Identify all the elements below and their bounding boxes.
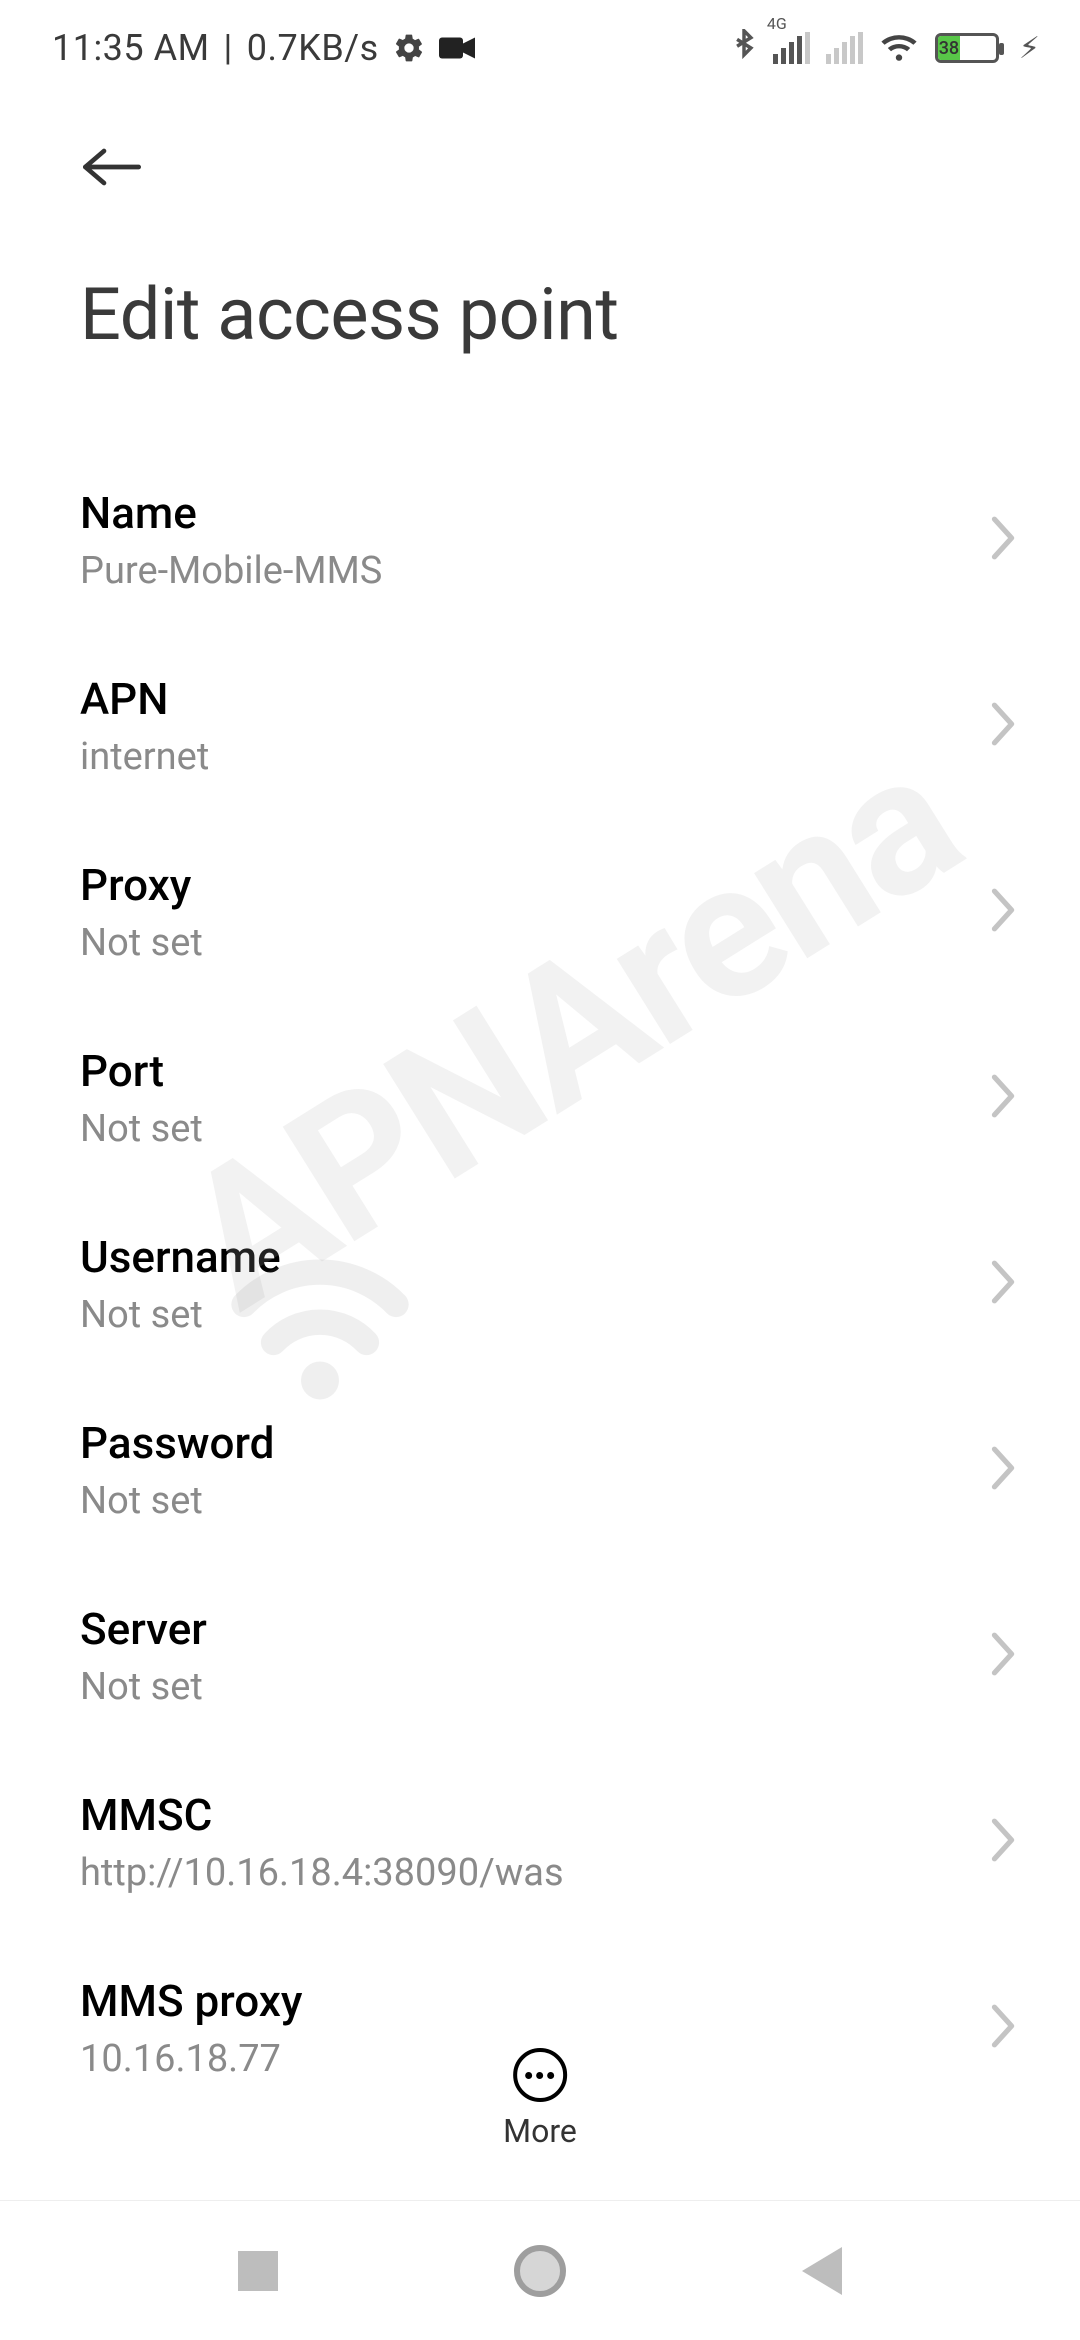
row-label: Password	[80, 1417, 274, 1469]
row-label: Name	[80, 487, 382, 539]
chevron-right-icon	[988, 700, 1018, 752]
row-password[interactable]: Password Not set	[80, 1377, 1000, 1563]
row-label: MMSC	[80, 1789, 564, 1841]
more-button[interactable]: More	[463, 2038, 617, 2160]
row-label: APN	[80, 673, 209, 725]
row-value: Not set	[80, 1107, 203, 1151]
status-separator: |	[224, 27, 233, 69]
apn-settings-list: Name Pure-Mobile-MMS APN internet Proxy …	[0, 447, 1080, 2121]
camera-icon	[439, 34, 475, 62]
nav-back-button[interactable]	[802, 2247, 842, 2295]
row-value: internet	[80, 735, 209, 779]
more-label: More	[503, 2112, 577, 2150]
row-label: Port	[80, 1045, 203, 1097]
nav-recents-button[interactable]	[238, 2251, 278, 2291]
row-value: Not set	[80, 1665, 207, 1709]
row-value: http://10.16.18.4:38090/was	[80, 1851, 564, 1895]
row-username[interactable]: Username Not set	[80, 1191, 1000, 1377]
row-value: Not set	[80, 1479, 274, 1523]
row-value: Not set	[80, 921, 203, 965]
row-value: Pure-Mobile-MMS	[80, 549, 382, 593]
battery-icon: 38	[935, 33, 999, 63]
chevron-right-icon	[988, 1072, 1018, 1124]
row-server[interactable]: Server Not set	[80, 1563, 1000, 1749]
bluetooth-icon	[731, 29, 757, 67]
status-bar: 11:35 AM | 0.7KB/s 4G 38 ⚡︎	[0, 0, 1080, 82]
row-value: 10.16.18.77	[80, 2037, 302, 2081]
back-button[interactable]	[80, 132, 150, 202]
row-label: Username	[80, 1231, 281, 1283]
row-apn[interactable]: APN internet	[80, 633, 1000, 819]
chevron-right-icon	[988, 1444, 1018, 1496]
chevron-right-icon	[988, 1816, 1018, 1868]
row-proxy[interactable]: Proxy Not set	[80, 819, 1000, 1005]
wifi-icon	[879, 32, 919, 64]
row-value: Not set	[80, 1293, 281, 1337]
page-title: Edit access point	[80, 272, 1000, 357]
chevron-right-icon	[988, 514, 1018, 566]
chevron-right-icon	[988, 2002, 1018, 2054]
row-label: Proxy	[80, 859, 203, 911]
chevron-right-icon	[988, 1630, 1018, 1682]
chevron-right-icon	[988, 886, 1018, 938]
battery-level: 38	[938, 36, 960, 60]
row-label: Server	[80, 1603, 207, 1655]
row-port[interactable]: Port Not set	[80, 1005, 1000, 1191]
settings-icon	[393, 32, 425, 64]
status-time: 11:35 AM	[52, 27, 210, 69]
charging-icon: ⚡︎	[1019, 31, 1040, 66]
status-netspeed: 0.7KB/s	[247, 27, 379, 69]
row-name[interactable]: Name Pure-Mobile-MMS	[80, 447, 1000, 633]
chevron-right-icon	[988, 1258, 1018, 1310]
signal-sim1-icon: 4G	[773, 32, 810, 64]
row-label: MMS proxy	[80, 1975, 302, 2027]
more-icon	[513, 2048, 567, 2102]
nav-home-button[interactable]	[514, 2245, 566, 2297]
arrow-left-icon	[80, 143, 144, 191]
row-mmsc[interactable]: MMSC http://10.16.18.4:38090/was	[80, 1749, 1000, 1935]
signal-sim2-icon	[826, 32, 863, 64]
navigation-bar	[0, 2200, 1080, 2340]
